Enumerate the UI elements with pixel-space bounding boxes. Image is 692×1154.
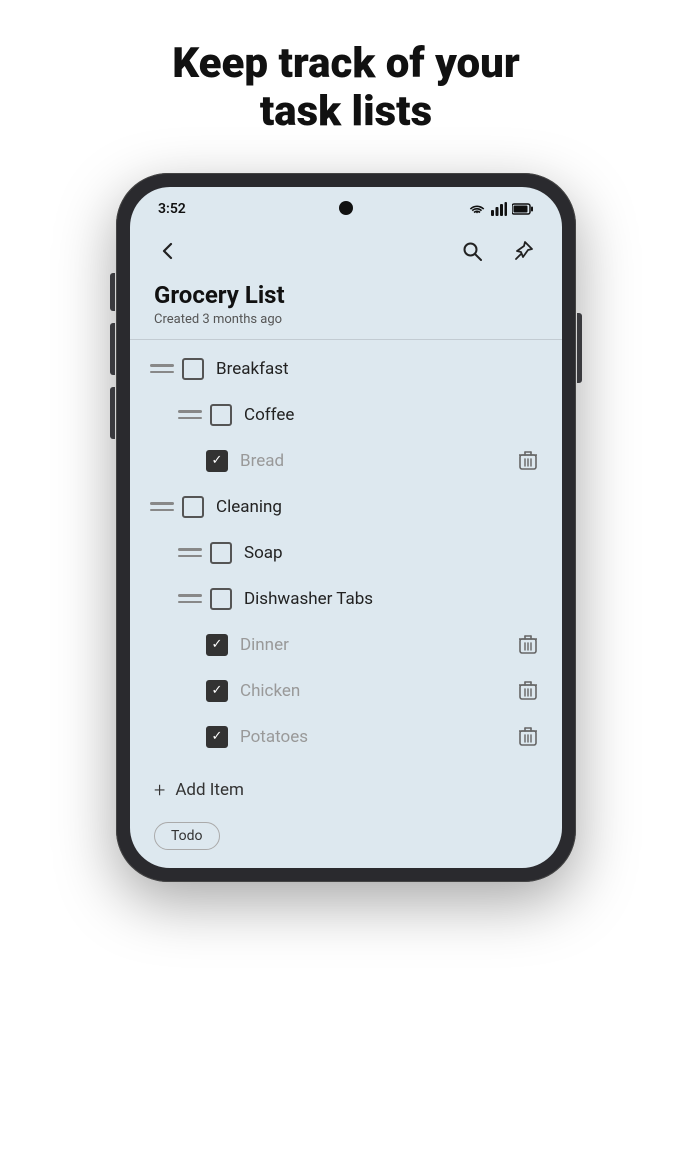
back-icon xyxy=(157,240,179,262)
delete-bread-button[interactable] xyxy=(514,447,542,475)
checkbox-coffee[interactable] xyxy=(210,404,232,426)
checkbox-breakfast[interactable] xyxy=(182,358,204,380)
bottom-bar: Todo xyxy=(130,818,562,868)
checkmark-icon: ✓ xyxy=(212,684,223,697)
task-label-bread: Bread xyxy=(240,451,514,471)
drag-handle[interactable] xyxy=(150,497,174,517)
checkbox-dishwasher[interactable] xyxy=(210,588,232,610)
task-label-dinner: Dinner xyxy=(240,635,514,655)
drag-handle[interactable] xyxy=(178,589,202,609)
drag-handle[interactable] xyxy=(178,543,202,563)
signal-icon xyxy=(491,202,507,216)
back-button[interactable] xyxy=(150,233,186,269)
mute-button xyxy=(110,273,115,311)
camera-notch xyxy=(339,201,353,215)
task-list: Breakfast Coffee ✓ Bread xyxy=(130,340,562,766)
drag-handle[interactable] xyxy=(150,359,174,379)
app-bar xyxy=(130,223,562,277)
volume-down-button xyxy=(110,387,115,439)
checkbox-dinner[interactable]: ✓ xyxy=(206,634,228,656)
add-item-label: Add Item xyxy=(175,780,244,800)
todo-pill[interactable]: Todo xyxy=(154,822,220,850)
page-headline: Keep track of your task lists xyxy=(132,40,560,137)
add-item-row[interactable]: + Add Item xyxy=(130,766,562,818)
task-row: Cleaning xyxy=(130,484,562,530)
trash-icon xyxy=(519,681,537,701)
status-bar: 3:52 xyxy=(130,187,562,223)
checkbox-cleaning[interactable] xyxy=(182,496,204,518)
checkbox-potatoes[interactable]: ✓ xyxy=(206,726,228,748)
trash-icon xyxy=(519,635,537,655)
delete-dinner-button[interactable] xyxy=(514,631,542,659)
task-label-breakfast: Breakfast xyxy=(216,359,542,379)
task-label-chicken: Chicken xyxy=(240,681,514,701)
status-time: 3:52 xyxy=(158,201,186,217)
headline-line1: Keep track of your xyxy=(172,39,520,88)
app-bar-actions xyxy=(454,233,542,269)
task-label-dishwasher: Dishwasher Tabs xyxy=(244,589,542,609)
checkmark-icon: ✓ xyxy=(212,454,223,467)
task-row: Dishwasher Tabs xyxy=(130,576,562,622)
wifi-icon xyxy=(468,202,486,216)
task-row: ✓ Potatoes xyxy=(130,714,562,760)
task-row: ✓ Chicken xyxy=(130,668,562,714)
task-row: Soap xyxy=(130,530,562,576)
battery-icon xyxy=(512,203,534,215)
list-header: Grocery List Created 3 months ago xyxy=(130,277,562,340)
task-label-soap: Soap xyxy=(244,543,542,563)
phone-wrapper: 3:52 xyxy=(116,173,576,882)
search-button[interactable] xyxy=(454,233,490,269)
task-row: Breakfast xyxy=(130,346,562,392)
status-icons xyxy=(468,202,534,216)
pin-icon xyxy=(513,240,535,262)
checkmark-icon: ✓ xyxy=(212,638,223,651)
trash-icon xyxy=(519,727,537,747)
task-label-potatoes: Potatoes xyxy=(240,727,514,747)
task-row: ✓ Bread xyxy=(130,438,562,484)
phone-screen: 3:52 xyxy=(130,187,562,868)
add-icon: + xyxy=(154,778,165,802)
trash-icon xyxy=(519,451,537,471)
delete-chicken-button[interactable] xyxy=(514,677,542,705)
task-label-cleaning: Cleaning xyxy=(216,497,542,517)
todo-pill-label: Todo xyxy=(171,828,203,844)
phone-shell: 3:52 xyxy=(116,173,576,882)
checkbox-chicken[interactable]: ✓ xyxy=(206,680,228,702)
search-icon xyxy=(461,240,483,262)
list-subtitle: Created 3 months ago xyxy=(154,312,538,327)
checkbox-soap[interactable] xyxy=(210,542,232,564)
volume-up-button xyxy=(110,323,115,375)
list-title: Grocery List xyxy=(154,281,538,309)
task-label-coffee: Coffee xyxy=(244,405,542,425)
task-row: ✓ Dinner xyxy=(130,622,562,668)
task-row: Coffee xyxy=(130,392,562,438)
delete-potatoes-button[interactable] xyxy=(514,723,542,751)
headline-line2: task lists xyxy=(260,87,432,136)
drag-handle[interactable] xyxy=(178,405,202,425)
checkbox-bread[interactable]: ✓ xyxy=(206,450,228,472)
pin-button[interactable] xyxy=(506,233,542,269)
power-button xyxy=(577,313,582,383)
checkmark-icon: ✓ xyxy=(212,730,223,743)
